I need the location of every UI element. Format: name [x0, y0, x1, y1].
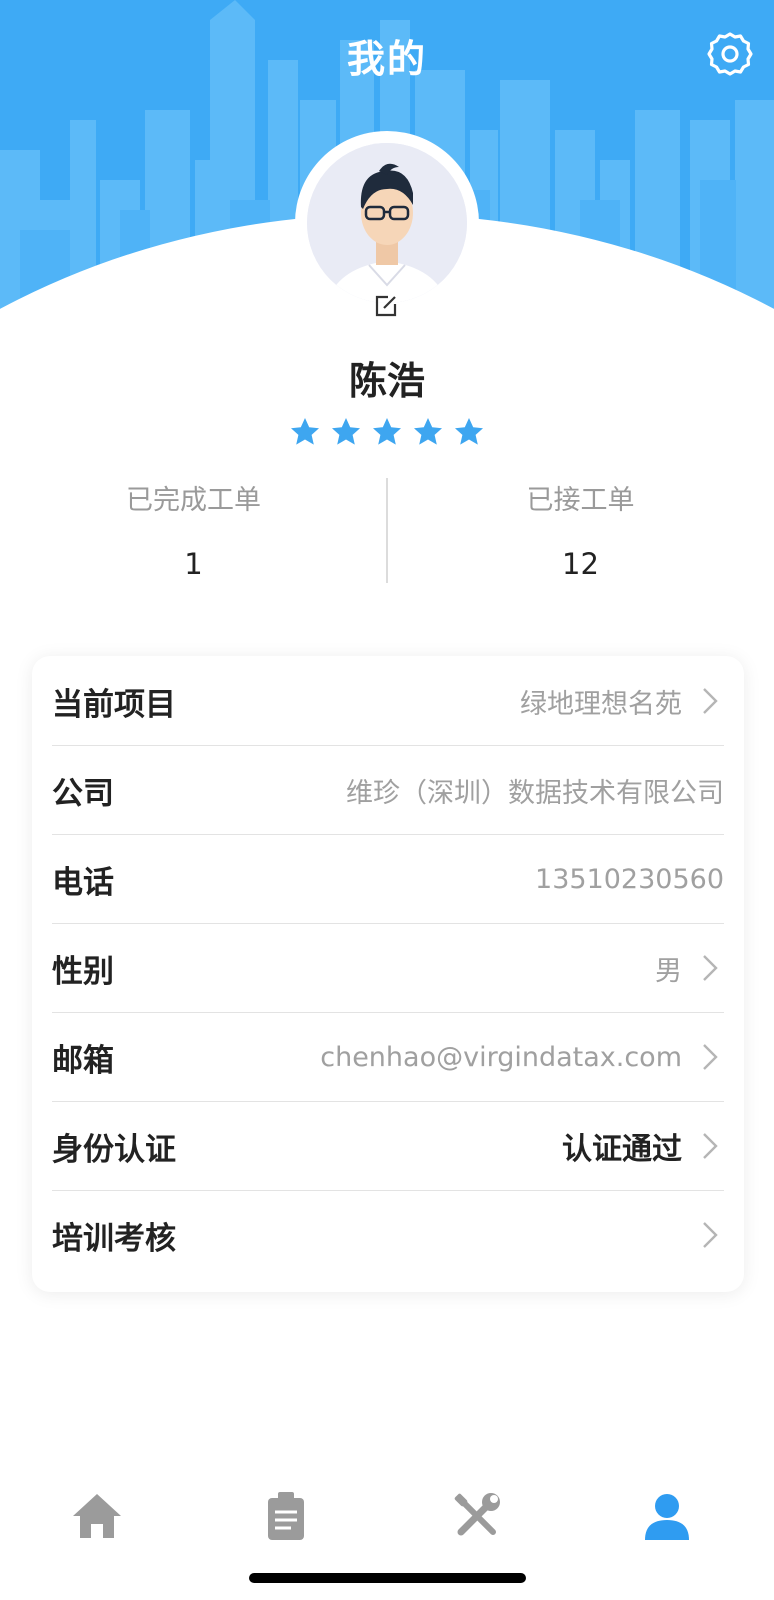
rating-stars — [0, 416, 774, 448]
stat-label: 已接工单 — [526, 485, 635, 516]
chevron-right-icon — [703, 1133, 718, 1159]
chevron-right-icon — [703, 1044, 718, 1070]
star-icon — [414, 418, 442, 445]
row-value: 绿地理想名苑 — [520, 688, 682, 720]
settings-gear-icon[interactable] — [706, 30, 754, 78]
row-value: 男 — [655, 955, 682, 987]
row-phone: 电话 13510230560 — [52, 834, 724, 924]
row-gender[interactable]: 性别 男 — [52, 923, 724, 1013]
row-label: 性别 — [52, 953, 114, 990]
row-training-assessment[interactable]: 培训考核 — [52, 1190, 724, 1280]
avatar[interactable] — [307, 143, 467, 303]
row-email[interactable]: 邮箱 chenhao@virgindatax.com — [52, 1012, 724, 1102]
row-value: 13510230560 — [535, 863, 724, 895]
avatar-illustration — [307, 143, 467, 303]
row-label: 电话 — [52, 864, 114, 901]
clipboard-icon[interactable] — [258, 1488, 314, 1544]
verification-status: 认证通过 — [562, 1132, 682, 1167]
row-identity-verification[interactable]: 身份认证 认证通过 — [52, 1101, 724, 1191]
stat-completed[interactable]: 已完成工单 1 — [0, 478, 387, 581]
star-icon — [291, 418, 319, 445]
row-label: 公司 — [52, 775, 114, 812]
page-title: 我的 — [346, 37, 427, 81]
stat-value: 1 — [184, 547, 203, 581]
row-label: 当前项目 — [52, 686, 176, 723]
row-label: 培训考核 — [52, 1220, 176, 1257]
home-icon[interactable] — [69, 1488, 125, 1544]
star-icon — [373, 418, 401, 445]
stat-accepted[interactable]: 已接工单 12 — [387, 478, 774, 581]
chevron-right-icon — [703, 955, 718, 981]
row-label: 身份认证 — [52, 1131, 176, 1168]
chevron-right-icon — [703, 1222, 718, 1248]
work-order-stats: 已完成工单 1 已接工单 12 — [0, 478, 774, 588]
user-name: 陈浩 — [348, 359, 425, 403]
user-icon[interactable] — [639, 1488, 695, 1544]
tools-icon[interactable] — [449, 1488, 505, 1544]
edit-avatar-icon[interactable] — [372, 292, 400, 320]
row-value: 维珍（深圳）数据技术有限公司 — [346, 777, 724, 809]
avatar-ring — [295, 131, 479, 315]
stat-value: 12 — [562, 547, 599, 581]
row-current-project[interactable]: 当前项目 绿地理想名苑 — [52, 656, 724, 746]
row-company: 公司 维珍（深圳）数据技术有限公司 — [52, 745, 724, 835]
bottom-tab-bar — [0, 1488, 774, 1548]
profile-info-card: 当前项目 绿地理想名苑 公司 维珍（深圳）数据技术有限公司 电话 1351023… — [32, 656, 744, 1292]
star-icon — [332, 418, 360, 445]
stat-label: 已完成工单 — [126, 485, 261, 516]
chevron-right-icon — [703, 688, 718, 714]
star-icon — [455, 418, 483, 445]
row-value: chenhao@virgindatax.com — [320, 1041, 682, 1073]
home-indicator — [249, 1573, 526, 1583]
row-label: 邮箱 — [52, 1042, 114, 1079]
